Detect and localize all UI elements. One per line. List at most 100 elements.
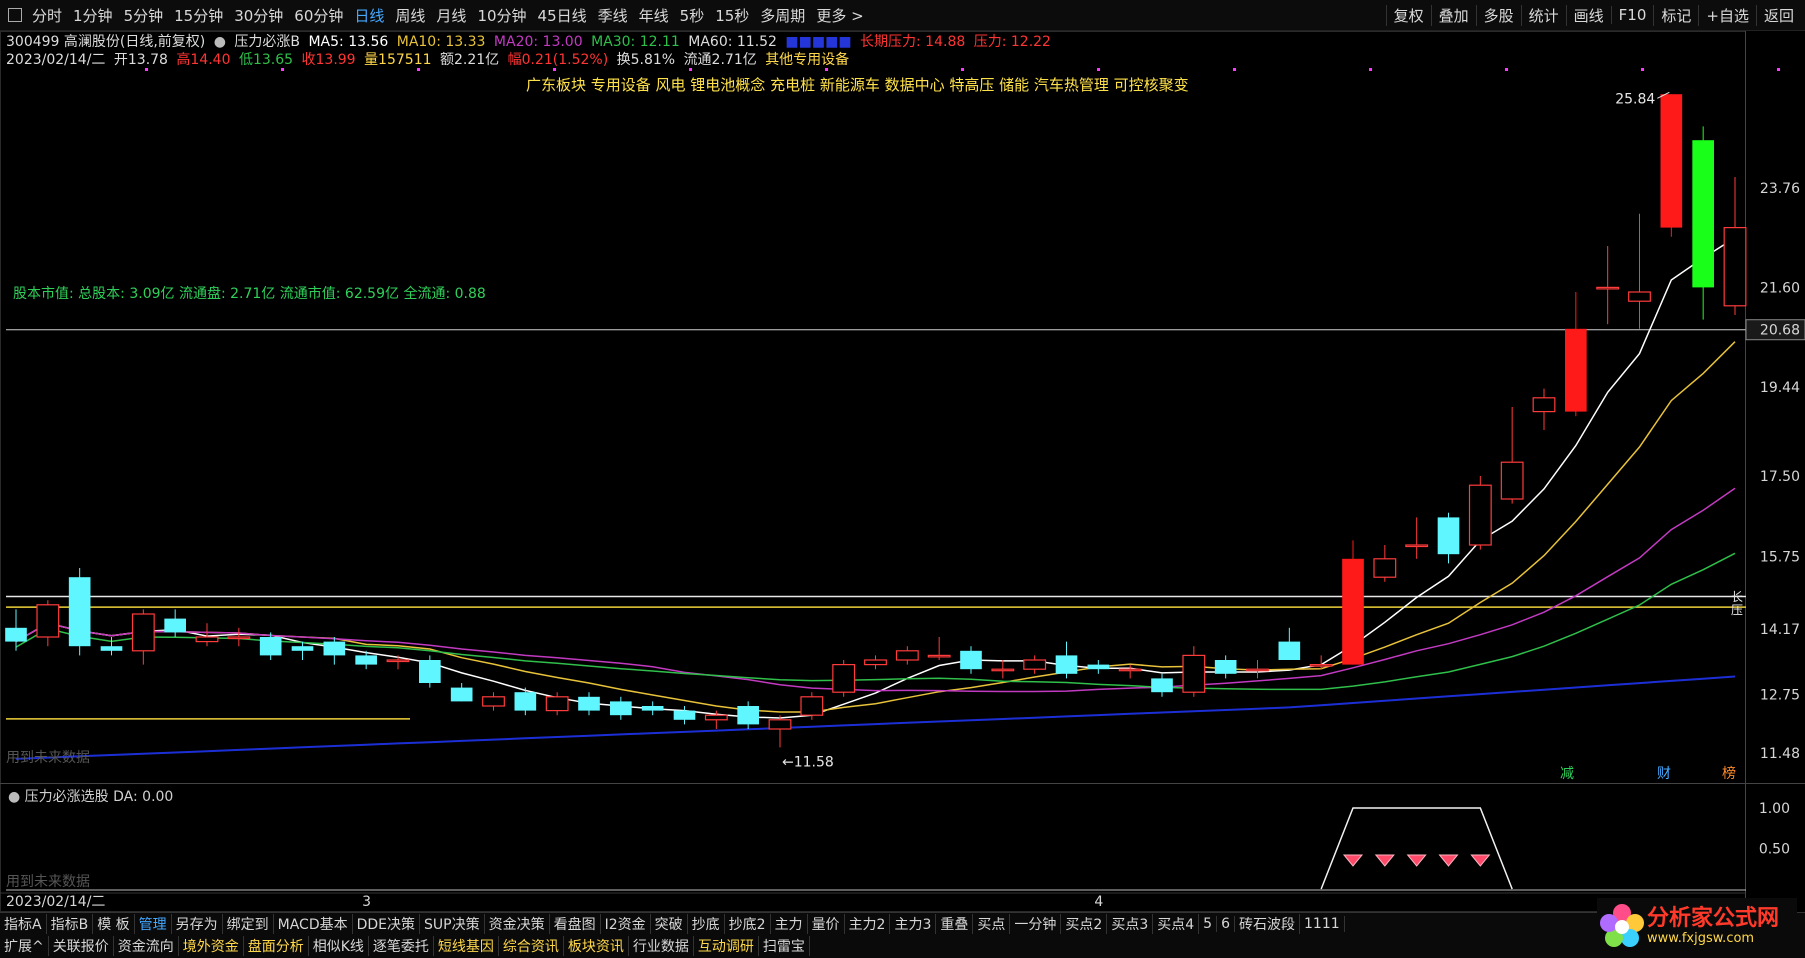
y-axis-labels: 23.76 21.60 20.68 19.44 17.50 15.75 14.17 12.75… [1745,181,1805,762]
indicator-tab[interactable]: 一分钟 [1010,914,1062,934]
candle-body [641,706,664,711]
marker-dot [1641,68,1644,71]
y-axis-label: 20.68 [1760,323,1800,339]
candle-body [768,719,792,730]
extension-tab[interactable]: 境外资金 [179,936,244,956]
indicator-tab[interactable]: 另存为 [172,914,223,934]
candle-body [673,710,696,720]
candle-body [1246,668,1269,672]
marker-dot [281,68,284,71]
indicator-tab[interactable]: 模 板 [93,914,135,934]
y-axis-label: 12.75 [1760,688,1800,704]
indicator-tab[interactable]: 主力2 [845,914,891,934]
indicator-tab[interactable]: 重叠 [936,914,974,934]
indicator-tab[interactable]: 6 [1217,916,1236,932]
extension-tab[interactable]: 逐笔委托 [369,936,434,956]
indicator-tab[interactable]: 买点3 [1107,914,1154,934]
candle-body [1437,517,1460,555]
candle-body [323,641,346,656]
candle-body [450,687,473,702]
candle-body [1342,558,1364,665]
logo-url: www.fxjgsw.com [1647,930,1755,946]
candle-body [545,696,569,712]
candle-body [227,636,251,640]
candle-body [1565,328,1587,412]
candle-body [1628,291,1651,302]
diamond-signal-icon [1342,854,1364,867]
indicator-tab[interactable]: 买点 [973,914,1011,934]
candle-body [259,637,282,656]
candle-body [927,654,951,658]
sub-chart: 1.00 0.50 2023/02/14/二 3 4 [0,801,1790,910]
diamond-signal-icon [1438,854,1459,867]
diamond-signal-icon [1470,854,1491,867]
extension-tab-bar: 扩展^ 关联报价 资金流向 境外资金 盘面分析 相似K线 逐笔委托 短线基因 综合资讯 板块资讯行… [0,934,1805,958]
indicator-tab[interactable]: 主力3 [890,914,937,934]
extension-tab[interactable]: 关联报价 [49,936,114,956]
indicator-tab[interactable]: 突破 [651,914,688,934]
candle-body [610,701,632,716]
kline-chart[interactable]: 23.76 21.60 20.68 19.44 17.50 15.75 14.17 12.75… [0,0,1805,912]
candle-body [1309,663,1333,667]
candle-body [895,650,919,661]
candle-body [1660,94,1683,228]
x-axis-month-label: 4 [1094,894,1103,910]
indicator-tab[interactable]: 1111 [1300,916,1345,932]
indicator-tab[interactable]: 资金决策 [485,914,550,934]
indicator-tab[interactable]: 量价 [808,914,845,934]
candle-body [800,696,824,716]
extension-tab[interactable]: 短线基因 [434,936,499,956]
indicator-tab[interactable]: I2资金 [601,914,651,934]
indicator-tab[interactable]: MACD基本 [274,914,353,934]
candle-body [514,692,537,711]
indicator-tab[interactable]: 抄底2 [725,914,771,934]
indicator-tab-bar: 指标A 指标B 模 板管理 另存为 绑定到 MACD基本 DDE决策 SUP决策 资金决策 看盘图… [0,912,1805,935]
candle-body [1055,655,1078,674]
indicator-tab[interactable]: 指标A [0,914,47,934]
sub-indicator-name[interactable]: 压力必涨选股 [25,789,109,805]
x-axis-month-label: 3 [362,894,371,910]
signal-line [1320,807,1513,890]
min-price-label: ←11.58 [782,754,834,770]
candle-body [100,646,123,651]
candle-body [386,659,410,663]
logo-name: 分析家公式网 [1647,905,1780,931]
indicator-tab[interactable]: 主力 [771,914,808,934]
y-axis-label: 19.44 [1760,380,1800,396]
extension-tab[interactable]: 板块资讯 [564,936,629,956]
indicator-tab[interactable]: 绑定到 [223,914,274,934]
candle-body [1023,659,1047,670]
candle-body [1118,668,1142,672]
indicator-tab[interactable]: 看盘图 [550,914,601,934]
sub-indicator-icon[interactable]: ● [8,789,20,805]
extension-tab[interactable]: 盘面分析 [244,936,309,956]
candle-body [419,660,441,683]
indicator-tab[interactable]: 砖石波段 [1235,914,1301,934]
candle-body [1087,664,1110,670]
extension-tab[interactable]: 互动调研 [694,936,759,956]
indicator-tab[interactable]: DDE决策 [353,914,421,934]
candle-body [5,627,27,642]
indicator-tab[interactable]: 买点4 [1153,914,1200,934]
long-pressure-tag: 长 [1731,590,1743,604]
candle-body [1692,140,1714,288]
indicator-tab[interactable]: 买点2 [1061,914,1108,934]
extension-tab[interactable]: 综合资讯 [499,936,564,956]
indicator-tab[interactable]: 指标B [47,914,94,934]
extension-tab[interactable]: 扫雷宝 [759,936,810,956]
indicator-tab[interactable]: 5 [1199,916,1218,932]
candle-body [960,650,982,670]
indicator-tab[interactable]: SUP决策 [420,914,485,934]
indicator-tab[interactable]: 抄底 [688,914,725,934]
candles [5,94,1747,748]
event-marker: 减 [1560,766,1574,782]
x-axis-date: 2023/02/14/二 [6,894,105,910]
marker-dot [1233,68,1236,71]
extension-tab[interactable]: 相似K线 [309,936,369,956]
pressure-tag: 压 [1731,603,1743,617]
indicator-tab[interactable]: 管理 [135,914,172,934]
extension-tab[interactable]: 行业数据 [629,936,694,956]
extension-tab[interactable]: 扩展^ [0,936,49,956]
extension-tab[interactable]: 资金流向 [114,936,179,956]
candle-body [1500,461,1524,500]
